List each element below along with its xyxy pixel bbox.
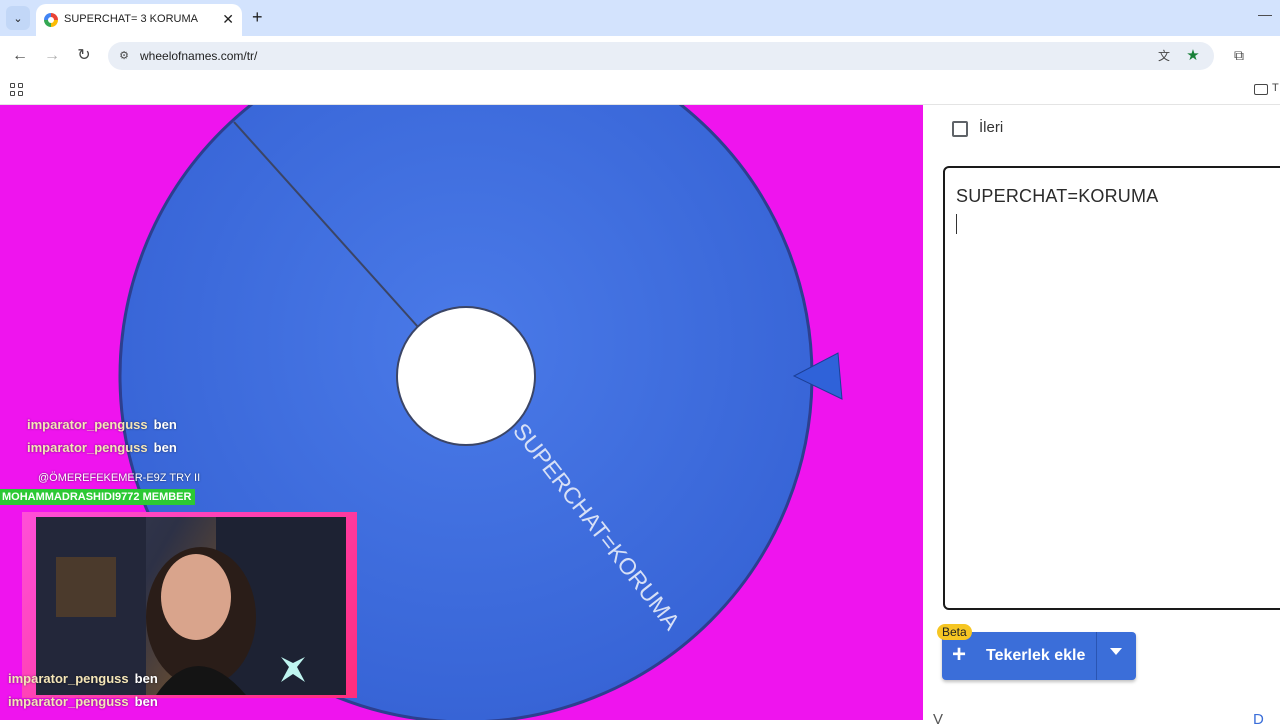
tab-strip: ⌄ SUPERCHAT= 3 KORUMA ✕ + — [0,0,1280,36]
button-divider [1096,632,1097,680]
entries-textarea[interactable]: SUPERCHAT=KORUMA [943,166,1280,610]
forward-arrow-icon[interactable]: → [42,46,62,66]
folder-icon[interactable] [1254,84,1268,95]
close-tab-button[interactable]: ✕ [222,10,234,28]
new-tab-button[interactable]: + [252,7,263,27]
wheel-center [396,306,536,446]
reload-icon[interactable]: ↻ [74,46,94,66]
extensions-icon[interactable]: ⧉ [1230,46,1248,64]
chat-line: imparator_penguss ben [8,694,158,709]
back-arrow-icon[interactable]: ← [10,46,30,66]
bookmark-star-icon[interactable]: ★ [1185,48,1201,64]
tab-search-button[interactable]: ⌄ [6,6,30,30]
active-tab[interactable]: SUPERCHAT= 3 KORUMA ✕ [36,4,242,36]
translate-icon[interactable]: 文 [1156,48,1172,64]
add-wheel-label: Tekerlek ekle [986,647,1086,664]
webcam-video [36,517,346,695]
url-text[interactable]: wheelofnames.com/tr/ [140,49,257,63]
chat-line: imparator_penguss ben [8,671,158,686]
text-caret [956,214,957,234]
entry-line[interactable]: SUPERCHAT=KORUMA [956,186,1158,207]
chat-line: imparator_penguss ben [27,440,177,455]
wheel-stage: SUPERCHAT=KORUMA imparator_penguss ben im… [0,105,923,720]
beta-badge: Beta [937,624,972,640]
chat-sub-line: @ÖMEREFEKEMER-E9Z TRY II [38,472,201,484]
apps-grid-icon[interactable] [10,83,24,97]
add-wheel-button[interactable]: + Tekerlek ekle [942,632,1136,680]
advanced-checkbox[interactable] [952,121,968,137]
browser-toolbar: ← → ↻ ⚙ wheelofnames.com/tr/ 文 ★ [0,36,1280,76]
address-bar[interactable]: ⚙ wheelofnames.com/tr/ 文 ★ [108,42,1214,70]
plus-icon: + [952,641,967,668]
bookmarks-bar: T [0,76,1280,105]
dropdown-caret-icon[interactable] [1110,648,1122,655]
minimize-icon[interactable]: — [1258,6,1272,22]
bookmark-folder-label[interactable]: T [1272,82,1279,94]
site-info-icon[interactable]: ⚙ [116,48,132,64]
tab-title: SUPERCHAT= 3 KORUMA [64,13,198,25]
entries-panel: İleri SUPERCHAT=KORUMA + Tekerlek ekle B… [923,105,1280,728]
chat-line: imparator_penguss ben [27,417,177,432]
member-badge: MOHAMMADRASHIDI9772 MEMBER [0,489,196,505]
chevron-down-icon: ⌄ [13,12,23,25]
advanced-checkbox-label[interactable]: İleri [979,119,1003,136]
favicon-icon [44,13,58,27]
